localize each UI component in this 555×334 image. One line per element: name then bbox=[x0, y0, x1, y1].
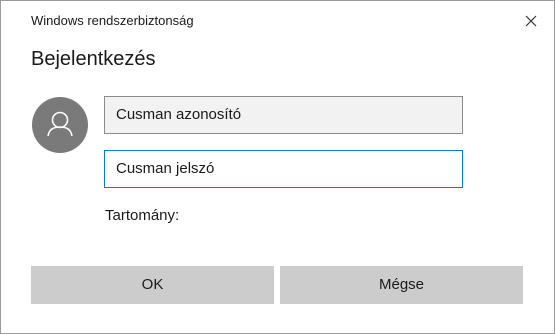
close-icon bbox=[525, 15, 537, 27]
ok-button[interactable]: OK bbox=[31, 266, 274, 304]
password-field[interactable]: Cusman jelszó bbox=[104, 150, 463, 188]
dialog-heading: Bejelentkezés bbox=[31, 48, 156, 70]
window-title: Windows rendszerbiztonság bbox=[31, 13, 194, 28]
user-icon bbox=[47, 111, 73, 137]
cancel-button[interactable]: Mégse bbox=[280, 266, 523, 304]
domain-label: Tartomány: bbox=[105, 207, 180, 224]
credential-dialog: Windows rendszerbiztonság Bejelentkezés … bbox=[0, 0, 555, 334]
username-field[interactable]: Cusman azonosító bbox=[104, 96, 463, 134]
close-button[interactable] bbox=[508, 1, 554, 41]
title-bar[interactable]: Windows rendszerbiztonság bbox=[1, 1, 554, 41]
avatar bbox=[32, 97, 88, 153]
